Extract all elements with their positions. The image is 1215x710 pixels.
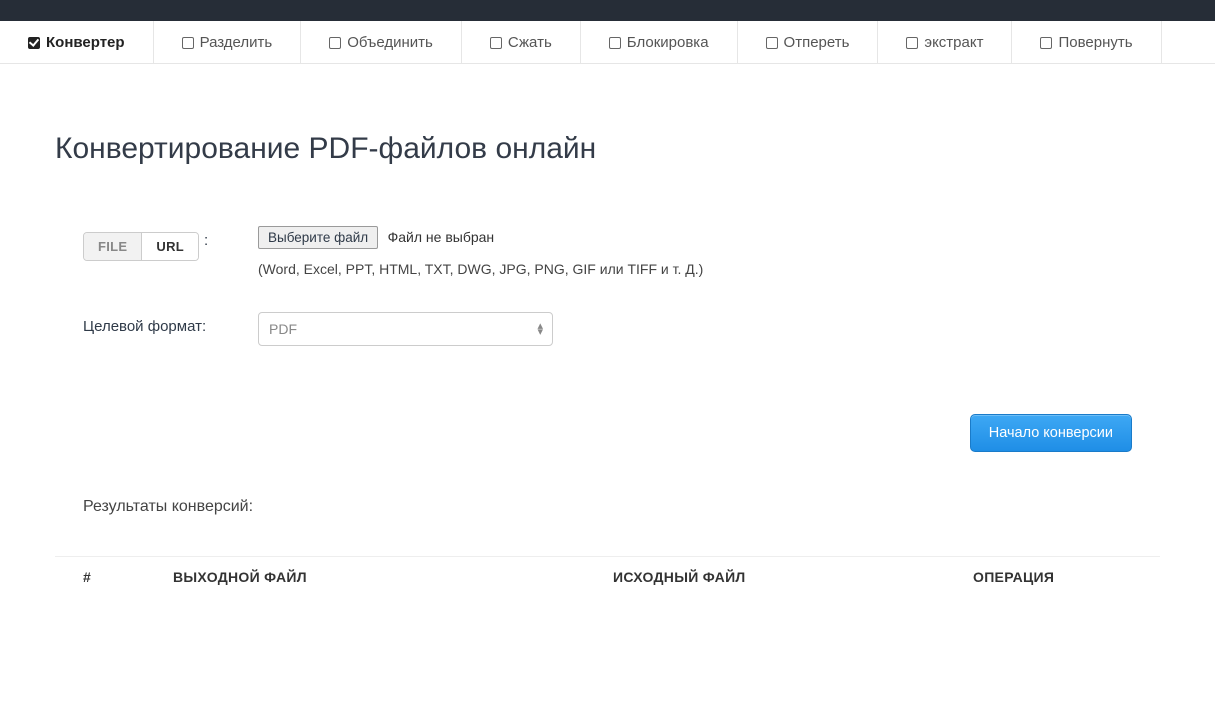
tab-rotate[interactable]: Повернуть bbox=[1012, 21, 1161, 63]
tab-compress[interactable]: Сжать bbox=[462, 21, 581, 63]
checkbox-icon bbox=[906, 37, 918, 49]
checkbox-checked-icon bbox=[28, 37, 40, 49]
start-conversion-button[interactable]: Начало конверсии bbox=[970, 414, 1132, 452]
tab-extract[interactable]: экстракт bbox=[878, 21, 1012, 63]
target-format-label: Целевой формат: bbox=[83, 312, 258, 346]
colon: : bbox=[204, 232, 208, 249]
checkbox-icon bbox=[766, 37, 778, 49]
checkbox-icon bbox=[609, 37, 621, 49]
tab-split[interactable]: Разделить bbox=[154, 21, 302, 63]
file-types-hint: (Word, Excel, PPT, HTML, TXT, DWG, JPG, … bbox=[258, 261, 1160, 277]
tab-unlock[interactable]: Отпереть bbox=[738, 21, 879, 63]
page-title: Конвертирование PDF-файлов онлайн bbox=[55, 132, 1160, 166]
checkbox-icon bbox=[329, 37, 341, 49]
tab-label: Отпереть bbox=[784, 34, 850, 51]
col-output: ВЫХОДНОЙ ФАЙЛ bbox=[173, 569, 613, 585]
tab-converter[interactable]: Конвертер bbox=[0, 21, 154, 63]
tab-label: Конвертер bbox=[46, 34, 125, 51]
results-title: Результаты конверсий: bbox=[83, 498, 1160, 516]
col-source: ИСХОДНЫЙ ФАЙЛ bbox=[613, 569, 973, 585]
top-bar bbox=[0, 0, 1215, 21]
source-url-tab[interactable]: URL bbox=[141, 233, 198, 260]
tab-label: экстракт bbox=[924, 34, 983, 51]
source-file-tab[interactable]: FILE bbox=[84, 233, 141, 260]
tab-label: Разделить bbox=[200, 34, 273, 51]
choose-file-button[interactable]: Выберите файл bbox=[258, 226, 378, 249]
source-label-group: FILE URL : bbox=[83, 226, 258, 277]
tab-lock[interactable]: Блокировка bbox=[581, 21, 738, 63]
tab-label: Сжать bbox=[508, 34, 552, 51]
checkbox-icon bbox=[1040, 37, 1052, 49]
tab-label: Блокировка bbox=[627, 34, 709, 51]
source-segmented: FILE URL bbox=[83, 232, 199, 261]
main-tabs: Конвертер Разделить Объединить Сжать Бло… bbox=[0, 21, 1215, 64]
col-index: # bbox=[83, 569, 173, 585]
tab-merge[interactable]: Объединить bbox=[301, 21, 462, 63]
tab-label: Объединить bbox=[347, 34, 433, 51]
checkbox-icon bbox=[490, 37, 502, 49]
target-format-select[interactable]: PDF bbox=[258, 312, 553, 346]
no-file-text: Файл не выбран bbox=[388, 229, 495, 245]
results-header-row: # ВЫХОДНОЙ ФАЙЛ ИСХОДНЫЙ ФАЙЛ ОПЕРАЦИЯ bbox=[55, 556, 1160, 597]
results-table: # ВЫХОДНОЙ ФАЙЛ ИСХОДНЫЙ ФАЙЛ ОПЕРАЦИЯ bbox=[55, 556, 1160, 597]
tab-label: Повернуть bbox=[1058, 34, 1132, 51]
col-operation: ОПЕРАЦИЯ bbox=[973, 569, 1132, 585]
checkbox-icon bbox=[182, 37, 194, 49]
